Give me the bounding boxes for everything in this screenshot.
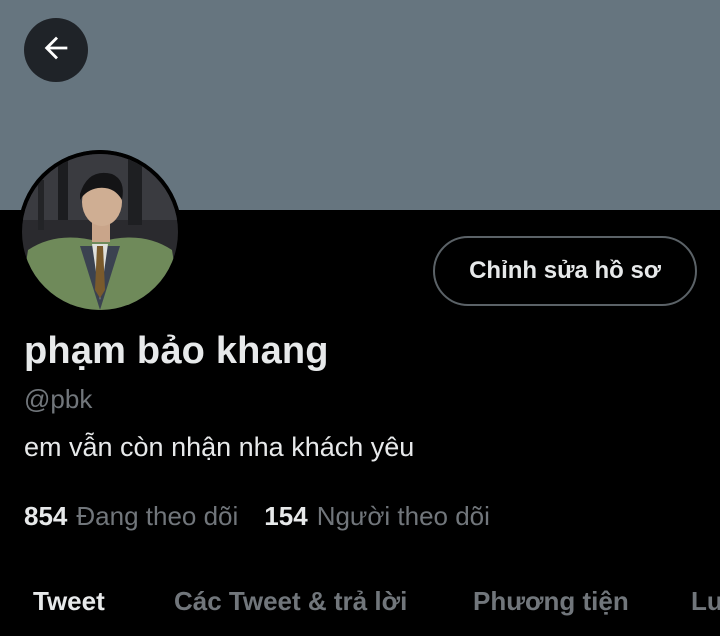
following-label: Đang theo dõi	[76, 501, 239, 531]
user-handle: @pbk	[24, 384, 93, 414]
back-button[interactable]	[24, 18, 88, 82]
profile-bio: em vẫn còn nhận nha khách yêu	[24, 432, 415, 462]
tab-tweets[interactable]: Tweet	[33, 586, 105, 617]
edit-profile-button[interactable]: Chỉnh sửa hồ sơ	[433, 236, 697, 306]
avatar[interactable]	[18, 150, 182, 314]
followers-stat[interactable]: 154 Người theo dõi	[264, 501, 490, 532]
tab-likes[interactable]: Lư	[691, 586, 720, 617]
edit-profile-label: Chỉnh sửa hồ sơ	[469, 257, 661, 284]
tab-tweets-and-replies[interactable]: Các Tweet & trả lời	[174, 586, 407, 617]
tab-media[interactable]: Phương tiện	[473, 586, 629, 617]
following-stat[interactable]: 854 Đang theo dõi	[24, 501, 238, 532]
profile-stats: 854 Đang theo dõi 154 Người theo dõi	[24, 501, 490, 532]
profile-tabs: Tweet Các Tweet & trả lời Phương tiện Lư	[0, 586, 720, 636]
arrow-left-icon	[39, 31, 73, 70]
display-name: phạm bảo khang	[24, 330, 329, 372]
following-count: 854	[24, 501, 68, 531]
followers-label: Người theo dõi	[316, 501, 490, 531]
followers-count: 154	[264, 501, 308, 531]
